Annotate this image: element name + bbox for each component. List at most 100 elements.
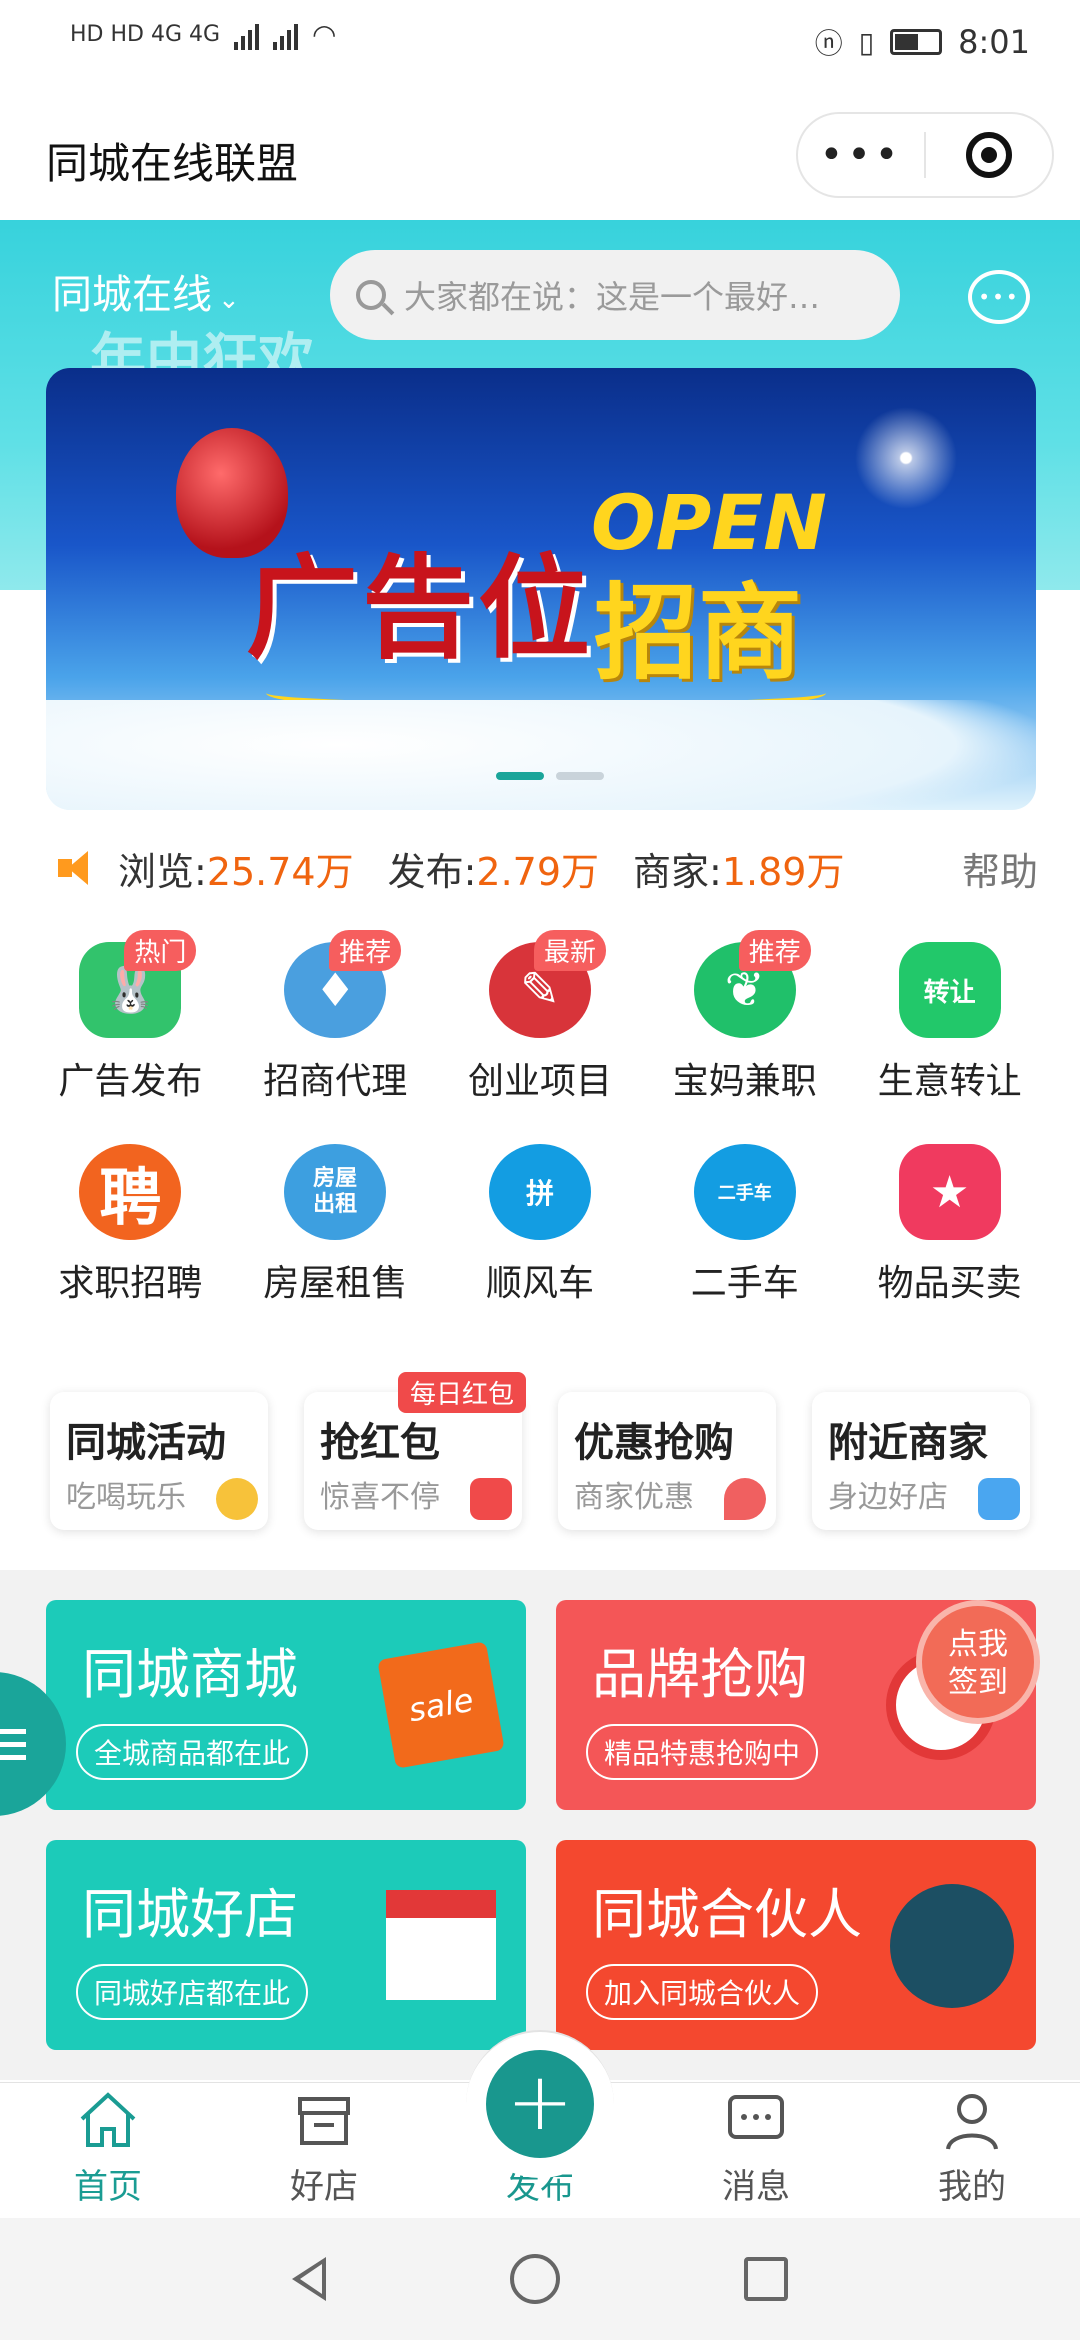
views-count: 25.74万 bbox=[206, 849, 354, 894]
store-icon bbox=[978, 1478, 1020, 1520]
plus-icon: + bbox=[506, 2055, 574, 2148]
activity-card[interactable]: 每日红包 抢红包 惊喜不停 bbox=[304, 1372, 526, 1530]
back-icon[interactable] bbox=[292, 2257, 326, 2301]
more-button[interactable]: ••• bbox=[798, 132, 924, 178]
promo-subtitle: 同城好店都在此 bbox=[76, 1964, 309, 2020]
activity-title: 同城活动 bbox=[66, 1420, 226, 1466]
activity-row: 同城活动 吃喝玩乐 每日红包 抢红包 惊喜不停 优惠抢购 商家优惠 附近商家 身… bbox=[50, 1372, 1030, 1530]
signin-button[interactable]: 点我 签到 bbox=[916, 1600, 1040, 1724]
activity-title: 附近商家 bbox=[828, 1420, 988, 1466]
category-parttime[interactable]: ❦ 推荐 宝妈兼职 bbox=[642, 930, 847, 1104]
banner-text-ad: 广告位 bbox=[246, 544, 594, 674]
close-button[interactable] bbox=[926, 132, 1052, 178]
category-label: 广告发布 bbox=[58, 1061, 203, 1102]
category-label: 顺风车 bbox=[485, 1263, 594, 1304]
stats-row: 浏览: 25.74万 发布: 2.79万 商家: 1.89万 帮助 bbox=[58, 838, 1038, 898]
cloud-decor bbox=[46, 700, 1036, 810]
search-bar[interactable]: 大家都在说：这是一个最好… bbox=[330, 250, 900, 340]
category-used-car[interactable]: 二手车 二手车 bbox=[642, 1132, 847, 1306]
battery-icon bbox=[890, 29, 943, 55]
used-car-icon: 二手车 bbox=[693, 1144, 796, 1240]
signal-icon bbox=[273, 20, 299, 50]
daily-redpacket-badge: 每日红包 bbox=[397, 1372, 526, 1413]
search-placeholder: 大家都在说：这是一个最好… bbox=[404, 278, 821, 316]
sale-bag-icon: sale bbox=[377, 1641, 505, 1769]
activity-card[interactable]: 同城活动 吃喝玩乐 bbox=[50, 1392, 268, 1530]
shop-bag-icon: ★ bbox=[898, 1144, 1001, 1240]
system-nav-bar bbox=[0, 2218, 1080, 2340]
signal-icon bbox=[234, 20, 260, 50]
category-agency[interactable]: ♦ 推荐 招商代理 bbox=[233, 930, 438, 1104]
tab-home[interactable]: 首页 bbox=[0, 2083, 216, 2218]
store-icon bbox=[298, 2097, 350, 2145]
tab-shops[interactable]: 好店 bbox=[216, 2083, 432, 2218]
tab-mine[interactable]: 我的 bbox=[864, 2083, 1080, 2218]
firework-image bbox=[846, 398, 966, 518]
clock: 8:01 bbox=[958, 23, 1030, 61]
posts-count: 2.79万 bbox=[476, 849, 600, 894]
category-label: 创业项目 bbox=[467, 1061, 612, 1102]
handshake-icon bbox=[890, 1884, 1014, 2008]
help-link[interactable]: 帮助 bbox=[962, 841, 1038, 896]
views-label: 浏览: bbox=[118, 849, 207, 894]
tab-label: 我的 bbox=[938, 2167, 1006, 2207]
category-carpool[interactable]: 拼 顺风车 bbox=[438, 1132, 643, 1306]
category-goods[interactable]: ★ 物品买卖 bbox=[847, 1132, 1052, 1306]
category-jobs[interactable]: 聘 求职招聘 bbox=[28, 1132, 233, 1306]
category-transfer[interactable]: 转让 生意转让 bbox=[847, 930, 1052, 1104]
carousel-indicator bbox=[496, 772, 604, 780]
chevron-down-icon: ⌄ bbox=[218, 285, 240, 315]
red-packet-icon bbox=[470, 1478, 512, 1520]
recents-icon[interactable] bbox=[744, 2257, 788, 2301]
transfer-icon: 转让 bbox=[898, 942, 1001, 1038]
tab-label: 首页 bbox=[74, 2167, 142, 2207]
ad-banner[interactable]: 广告位 OPEN 招商 bbox=[46, 368, 1036, 810]
category-ads[interactable]: 🐰 热门 广告发布 bbox=[28, 930, 233, 1104]
network-label: HD HD 4G 4G bbox=[70, 22, 221, 47]
category-label: 宝妈兼职 bbox=[672, 1061, 817, 1102]
merchants-count: 1.89万 bbox=[721, 849, 845, 894]
vibrate-icon: ▯ bbox=[858, 25, 875, 59]
promo-partner[interactable]: 同城合伙人 加入同城合伙人 bbox=[556, 1840, 1036, 2050]
activity-card[interactable]: 附近商家 身边好店 bbox=[812, 1392, 1030, 1530]
target-icon bbox=[965, 132, 1012, 178]
recommend-badge: 推荐 bbox=[738, 930, 811, 971]
category-grid: 🐰 热门 广告发布 ♦ 推荐 招商代理 ✎ 最新 创业项目 ❦ 推荐 宝妈兼职 … bbox=[28, 930, 1052, 1306]
house-icon: 房屋出租 bbox=[284, 1144, 387, 1240]
city-selector[interactable]: 同城在线 ⌄ bbox=[52, 262, 240, 320]
category-label: 招商代理 bbox=[263, 1061, 408, 1102]
category-housing[interactable]: 房屋出租 房屋租售 bbox=[233, 1132, 438, 1306]
promo-mall[interactable]: 同城商城 全城商品都在此 sale bbox=[46, 1600, 526, 1810]
message-icon bbox=[728, 2095, 784, 2139]
flame-icon bbox=[724, 1478, 766, 1520]
page-title: 同城在线联盟 bbox=[46, 139, 299, 188]
shop-icon: SHOP bbox=[386, 1890, 496, 2000]
category-startup[interactable]: ✎ 最新 创业项目 bbox=[438, 930, 643, 1104]
category-label: 二手车 bbox=[690, 1263, 799, 1304]
carpool-icon: 拼 bbox=[488, 1144, 591, 1240]
promo-subtitle: 精品特惠抢购中 bbox=[586, 1724, 819, 1780]
merchants-label: 商家: bbox=[633, 849, 722, 894]
category-label: 求职招聘 bbox=[58, 1263, 203, 1304]
activity-card[interactable]: 优惠抢购 商家优惠 bbox=[558, 1392, 776, 1530]
activity-title: 抢红包 bbox=[320, 1420, 440, 1466]
promo-subtitle: 加入同城合伙人 bbox=[586, 1964, 819, 2020]
app-header: 同城在线联盟 ••• bbox=[0, 90, 1080, 220]
category-label: 生意转让 bbox=[877, 1061, 1022, 1102]
activity-title: 优惠抢购 bbox=[574, 1420, 734, 1466]
speaker-icon bbox=[58, 851, 104, 885]
wifi-icon: ◠ bbox=[312, 18, 337, 51]
category-label: 物品买卖 bbox=[877, 1263, 1022, 1304]
promo-good-shops[interactable]: 同城好店 同城好店都在此 SHOP bbox=[46, 1840, 526, 2050]
home-nav-icon[interactable] bbox=[510, 2254, 560, 2304]
home-icon bbox=[80, 2092, 136, 2147]
publish-button[interactable]: + bbox=[486, 2050, 594, 2158]
signal-indicators: HD HD 4G 4G ◠ bbox=[70, 18, 336, 51]
chat-icon[interactable]: ••• bbox=[968, 270, 1030, 324]
menu-icon bbox=[0, 1728, 26, 1734]
tab-messages[interactable]: 消息 bbox=[648, 2083, 864, 2218]
city-label: 同城在线 bbox=[52, 272, 212, 318]
tab-label: 消息 bbox=[722, 2167, 790, 2207]
recommend-badge: 推荐 bbox=[329, 930, 402, 971]
posts-label: 发布: bbox=[387, 849, 477, 894]
